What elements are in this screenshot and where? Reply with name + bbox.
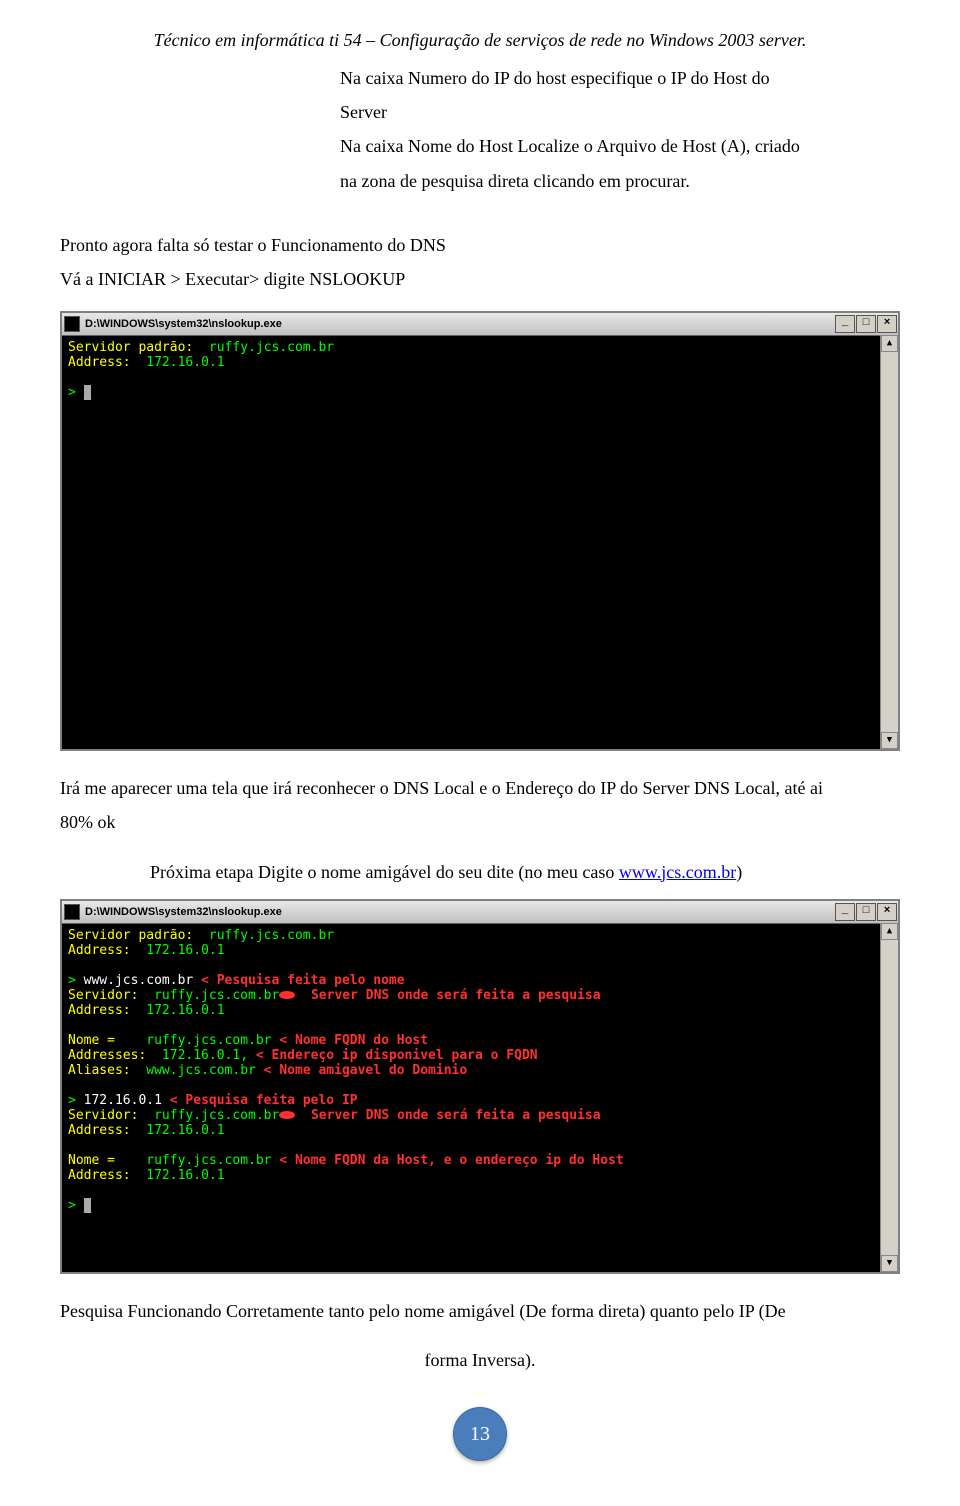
term-value: ruffy.jcs.com.br xyxy=(154,988,279,1003)
term-input: 172.16.0.1 xyxy=(84,1093,162,1108)
maximize-button[interactable]: □ xyxy=(856,903,876,921)
text-line: 80% ok xyxy=(60,812,116,832)
page-number-badge: 13 xyxy=(453,1407,507,1461)
prompt[interactable]: > xyxy=(68,1198,84,1213)
term-value: www.jcs.com.br xyxy=(146,1063,256,1078)
intro-line: Na caixa Nome do Host Localize o Arquivo… xyxy=(340,129,900,163)
term-label: Address: xyxy=(68,1168,146,1183)
term-value: ruffy.jcs.com.br xyxy=(209,340,334,355)
scrollbar[interactable]: ▲ ▼ xyxy=(880,335,898,749)
paragraph: Pronto agora falta só testar o Funcionam… xyxy=(60,228,900,296)
window-title: D:\WINDOWS\system32\nslookup.exe xyxy=(85,318,282,330)
annotation-marker-icon xyxy=(279,1111,295,1119)
intro-line: na zona de pesquisa direta clicando em p… xyxy=(340,164,900,198)
page-number: 13 xyxy=(470,1423,490,1446)
maximize-button[interactable]: □ xyxy=(856,315,876,333)
document-header: Técnico em informática ti 54 – Configura… xyxy=(60,30,900,51)
paragraph: Pesquisa Funcionando Corretamente tanto … xyxy=(60,1294,900,1328)
intro-line: Server xyxy=(340,95,900,129)
text-line: Irá me aparecer uma tela que irá reconhe… xyxy=(60,778,823,798)
nslookup-window-1: D:\WINDOWS\system32\nslookup.exe _ □ × S… xyxy=(60,311,900,751)
term-label: Servidor: xyxy=(68,1108,154,1123)
annotation: < Nome amigavel do Dominio xyxy=(256,1063,467,1078)
term-label: Address: xyxy=(68,1123,146,1138)
cursor: _ xyxy=(84,1198,92,1213)
annotation: < Nome FQDN da Host, e o endereço ip do … xyxy=(272,1153,624,1168)
annotation: < Nome FQDN do Host xyxy=(272,1033,429,1048)
term-label: Address: xyxy=(68,355,146,370)
term-value: 172.16.0.1 xyxy=(146,355,224,370)
close-button[interactable]: × xyxy=(877,315,897,333)
window-title: D:\WINDOWS\system32\nslookup.exe xyxy=(85,906,282,918)
term-label: Servidor padrão: xyxy=(68,928,209,943)
term-label: Address: xyxy=(68,943,146,958)
term-label: Aliases: xyxy=(68,1063,146,1078)
scroll-up-button[interactable]: ▲ xyxy=(881,335,898,352)
cmd-icon xyxy=(64,316,80,332)
nslookup-window-2: D:\WINDOWS\system32\nslookup.exe _ □ × S… xyxy=(60,899,900,1274)
term-label: Servidor: xyxy=(68,988,154,1003)
cursor: _ xyxy=(84,385,92,400)
intro-line: Na caixa Numero do IP do host especifiqu… xyxy=(340,61,900,95)
term-value: ruffy.jcs.com.br xyxy=(154,1108,279,1123)
intro-block: Na caixa Numero do IP do host especifiqu… xyxy=(340,61,900,198)
term-label: Address: xyxy=(68,1003,146,1018)
text-line: ) xyxy=(736,862,742,882)
annotation-marker-icon xyxy=(279,991,295,999)
cmd-icon xyxy=(64,904,80,920)
term-value: 172.16.0.1 xyxy=(146,1003,224,1018)
terminal-output: Servidor padrão: ruffy.jcs.com.br Addres… xyxy=(62,924,898,1272)
term-value: ruffy.jcs.com.br xyxy=(146,1153,271,1168)
close-button[interactable]: × xyxy=(877,903,897,921)
scroll-down-button[interactable]: ▼ xyxy=(881,732,898,749)
window-controls: _ □ × xyxy=(835,903,898,921)
window-title-bar[interactable]: D:\WINDOWS\system32\nslookup.exe _ □ × xyxy=(62,901,898,924)
text-line: Vá a INICIAR > Executar> digite NSLOOKUP xyxy=(60,262,900,296)
annotation: < Pesquisa feita pelo nome xyxy=(193,973,404,988)
window-controls: _ □ × xyxy=(835,315,898,333)
scrollbar[interactable]: ▲ ▼ xyxy=(880,923,898,1272)
text-line: Pesquisa Funcionando Corretamente tanto … xyxy=(60,1301,786,1321)
term-value: 172.16.0.1 xyxy=(146,943,224,958)
prompt[interactable]: > xyxy=(68,1093,84,1108)
annotation: < Pesquisa feita pelo IP xyxy=(162,1093,358,1108)
paragraph: Irá me aparecer uma tela que irá reconhe… xyxy=(60,771,900,839)
text-line: forma Inversa). xyxy=(425,1350,536,1370)
annotation: Server DNS onde será feita a pesquisa xyxy=(295,1108,600,1123)
text-line: Próxima etapa Digite o nome amigável do … xyxy=(150,862,619,882)
term-label: Nome = xyxy=(68,1033,146,1048)
term-value: ruffy.jcs.com.br xyxy=(209,928,334,943)
paragraph: forma Inversa). xyxy=(60,1343,900,1377)
prompt[interactable]: > xyxy=(68,385,84,400)
scroll-up-button[interactable]: ▲ xyxy=(881,923,898,940)
url-link[interactable]: www.jcs.com.br xyxy=(619,862,736,882)
term-label: Addresses: xyxy=(68,1048,162,1063)
term-value: ruffy.jcs.com.br xyxy=(146,1033,271,1048)
terminal-output: Servidor padrão: ruffy.jcs.com.br Addres… xyxy=(62,336,898,749)
annotation: < Endereço ip disponivel para o FQDN xyxy=(248,1048,538,1063)
annotation: Server DNS onde será feita a pesquisa xyxy=(295,988,600,1003)
term-value: 172.16.0.1 xyxy=(146,1168,224,1183)
term-input: www.jcs.com.br xyxy=(84,973,194,988)
minimize-button[interactable]: _ xyxy=(835,315,855,333)
paragraph: Próxima etapa Digite o nome amigável do … xyxy=(150,855,900,889)
term-label: Nome = xyxy=(68,1153,146,1168)
term-label: Servidor padrão: xyxy=(68,340,209,355)
window-title-bar[interactable]: D:\WINDOWS\system32\nslookup.exe _ □ × xyxy=(62,313,898,336)
text-line: Pronto agora falta só testar o Funcionam… xyxy=(60,228,900,262)
minimize-button[interactable]: _ xyxy=(835,903,855,921)
term-value: 172.16.0.1, xyxy=(162,1048,248,1063)
scroll-down-button[interactable]: ▼ xyxy=(881,1255,898,1272)
prompt[interactable]: > xyxy=(68,973,84,988)
term-value: 172.16.0.1 xyxy=(146,1123,224,1138)
